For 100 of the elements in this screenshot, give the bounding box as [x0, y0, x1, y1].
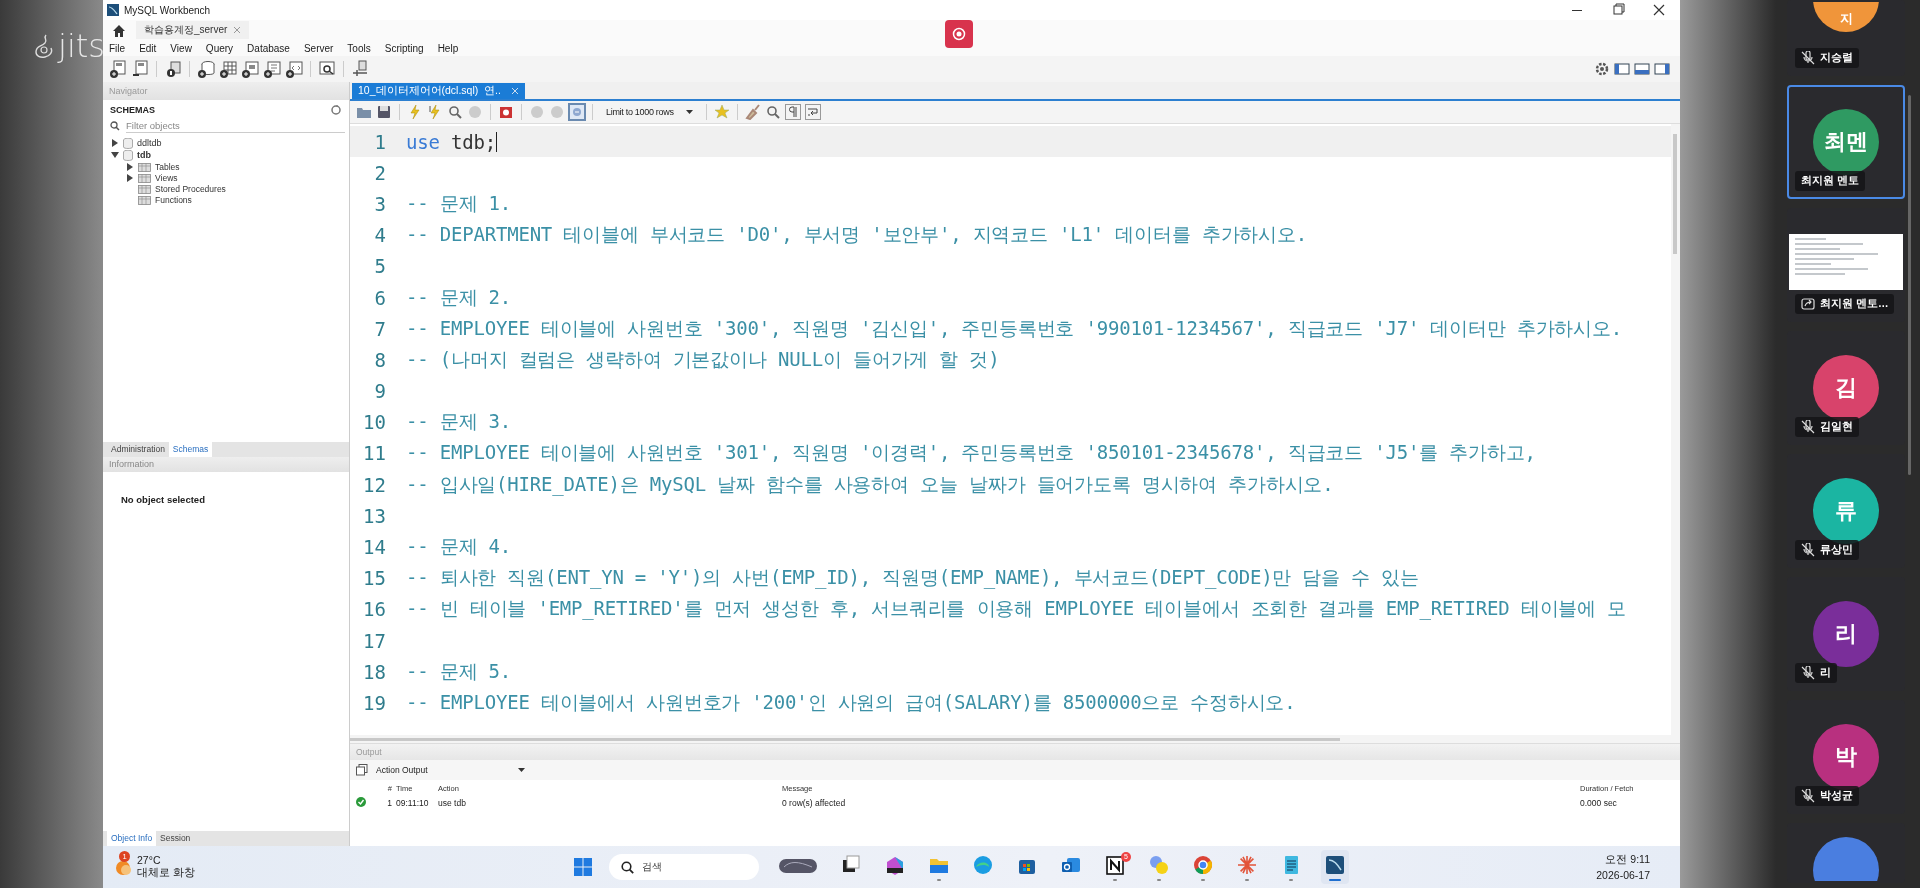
- schema-object-item[interactable]: Views: [155, 172, 178, 183]
- folder-grid-icon: [138, 183, 151, 194]
- filter-field[interactable]: Filter objects: [126, 119, 345, 133]
- line-number: 4: [373, 224, 387, 247]
- copy-icon[interactable]: [356, 764, 368, 776]
- schema-item[interactable]: ddltdb: [137, 138, 162, 148]
- taskbar-search[interactable]: 검색: [609, 854, 759, 880]
- settings-icon[interactable]: [1594, 61, 1610, 77]
- chrome-icon[interactable]: [1192, 853, 1214, 876]
- search-icon: [110, 121, 120, 131]
- reconnect-icon[interactable]: [351, 60, 369, 78]
- document-open-icon[interactable]: [131, 60, 149, 78]
- toggle-icon[interactable]: [569, 104, 585, 120]
- limit-dropdown[interactable]: Limit to 1000 rows: [600, 107, 699, 117]
- routine-plus-icon[interactable]: [263, 60, 281, 78]
- schema-object-item[interactable]: Stored Procedures: [155, 183, 226, 194]
- table-cell-text: use tdb: [438, 798, 467, 808]
- schema-object-item[interactable]: Tables: [155, 161, 180, 172]
- document-plus-icon[interactable]: [109, 60, 127, 78]
- broom-icon[interactable]: [744, 104, 761, 120]
- wave-circle-icon[interactable]: [972, 853, 994, 876]
- participant-tile[interactable]: 최멘 최지원 멘토: [1787, 85, 1905, 199]
- output-selector[interactable]: Action Output: [376, 765, 525, 775]
- menu-item[interactable]: Database: [247, 42, 290, 54]
- menu-item[interactable]: Tools: [347, 42, 371, 54]
- navigator-header: Navigator: [103, 82, 349, 100]
- expand-arrow-icon[interactable]: [126, 162, 134, 171]
- wrap-icon[interactable]: [804, 104, 821, 120]
- refresh-icon[interactable]: [331, 105, 341, 115]
- table-cell-text: 0.000 sec: [1580, 798, 1618, 808]
- scrollbar-thumb[interactable]: [1908, 95, 1911, 475]
- panel-tab[interactable]: Administration: [107, 441, 169, 457]
- function-plus-icon[interactable]: [285, 60, 303, 78]
- caret-icon: [517, 768, 525, 772]
- line-number: 8: [373, 348, 387, 371]
- code-editor[interactable]: [350, 124, 1680, 735]
- clock-date: 2026-06-17: [1596, 869, 1650, 881]
- paragraph-icon[interactable]: [784, 104, 801, 120]
- line-number: 12: [362, 473, 387, 496]
- folder-grid-icon: [138, 172, 151, 183]
- record-icon: [952, 27, 966, 41]
- n-block-icon[interactable]: [1104, 853, 1126, 876]
- code-line: -- EMPLOYEE 테이블에 사원번호 '300', 직원명 '김신입', 주민등록번호 '990101-1234567', 직급코드 'J7' 데이터만 추가하시오.: [406, 315, 1623, 341]
- menu-item[interactable]: Scripting: [384, 42, 424, 54]
- running-indicator: [1289, 878, 1293, 881]
- running-indicator: [1157, 878, 1161, 881]
- code-line: -- 입사일(HIRE_DATE)은 MySQL 날짜 함수를 사용하여 오늘 날짜가 들어가도록 명시하여 추가하시오.: [406, 471, 1334, 498]
- avatar-initials: 최멘: [1824, 128, 1868, 156]
- schema-object-item[interactable]: Functions: [155, 194, 192, 205]
- scrollbar-thumb[interactable]: [350, 737, 1340, 741]
- menu-item[interactable]: File: [109, 42, 126, 54]
- view-plus-icon[interactable]: [241, 60, 259, 78]
- collapse-arrow-icon[interactable]: [111, 151, 119, 159]
- home-icon[interactable]: [112, 23, 126, 37]
- participant-name: 최지원 멘토: [1801, 174, 1859, 188]
- panel-tab[interactable]: Object Info: [107, 831, 157, 846]
- line-number: 13: [362, 504, 387, 527]
- connection-tab[interactable]: 학습용계정_server: [136, 21, 250, 39]
- avatar-initials: 박: [1835, 743, 1857, 771]
- magnifier-icon[interactable]: [447, 104, 463, 120]
- menu-item[interactable]: Edit: [139, 42, 157, 54]
- left-panel-icon[interactable]: [1614, 62, 1630, 76]
- caret-icon: [685, 110, 693, 114]
- output-header: Output: [350, 744, 1680, 760]
- participant-name: 리: [1820, 666, 1831, 680]
- schema-item[interactable]: tdb: [137, 150, 151, 160]
- expand-arrow-icon[interactable]: [126, 173, 134, 182]
- scrollbar-thumb[interactable]: [1673, 134, 1677, 254]
- line-number: 15: [362, 567, 387, 590]
- search-icon: [621, 860, 634, 874]
- search-icon[interactable]: [764, 104, 781, 120]
- menu-item[interactable]: Query: [205, 42, 234, 54]
- table-plus-icon[interactable]: [219, 60, 237, 78]
- menu-item[interactable]: Server: [303, 42, 334, 54]
- running-indicator: [1329, 878, 1341, 881]
- menu-item[interactable]: View: [170, 42, 192, 54]
- star-icon[interactable]: [713, 104, 730, 120]
- code-line: -- 문제 3.: [406, 409, 512, 435]
- active-app-highlight[interactable]: [1321, 850, 1349, 884]
- starburst-icon[interactable]: [1236, 853, 1258, 876]
- code-line: -- 빈 테이블 'EMP_RETIRED'를 먼저 생성한 후, 서브쿼리를 이용해 EMPLOYEE 테이블에서 조회한 결과를 EMP_RETIRED 테이블에 모: [406, 596, 1626, 622]
- code-line: -- 문제 4.: [406, 534, 512, 560]
- line-number: 19: [362, 691, 387, 714]
- line-number: 3: [373, 192, 387, 215]
- dolphin-app-icon[interactable]: [1324, 853, 1346, 876]
- code-line: -- EMPLOYEE 테이블에서 사원번호가 '200'인 사원의 급여(SALARY)를 8500000으로 수정하시오.: [406, 689, 1296, 715]
- database-plus-icon[interactable]: [197, 60, 215, 78]
- code-line: -- 문제 2.: [406, 284, 512, 310]
- bottom-panel-icon[interactable]: [1634, 62, 1650, 76]
- search-window-icon[interactable]: [318, 60, 336, 78]
- expand-arrow-icon[interactable]: [111, 139, 119, 147]
- info-document-icon[interactable]: [164, 60, 182, 78]
- menu-item[interactable]: Help: [437, 42, 459, 54]
- editor-tab[interactable]: 10_데이터제어어(dcl.sql) 연..: [352, 83, 525, 99]
- save-icon[interactable]: [376, 104, 392, 120]
- schemas-title: SCHEMAS: [110, 105, 155, 115]
- windows-start-icon[interactable]: [573, 857, 593, 877]
- right-panel-icon[interactable]: [1654, 62, 1670, 76]
- panel-tab[interactable]: Session: [156, 831, 195, 846]
- record-button[interactable]: [945, 20, 973, 48]
